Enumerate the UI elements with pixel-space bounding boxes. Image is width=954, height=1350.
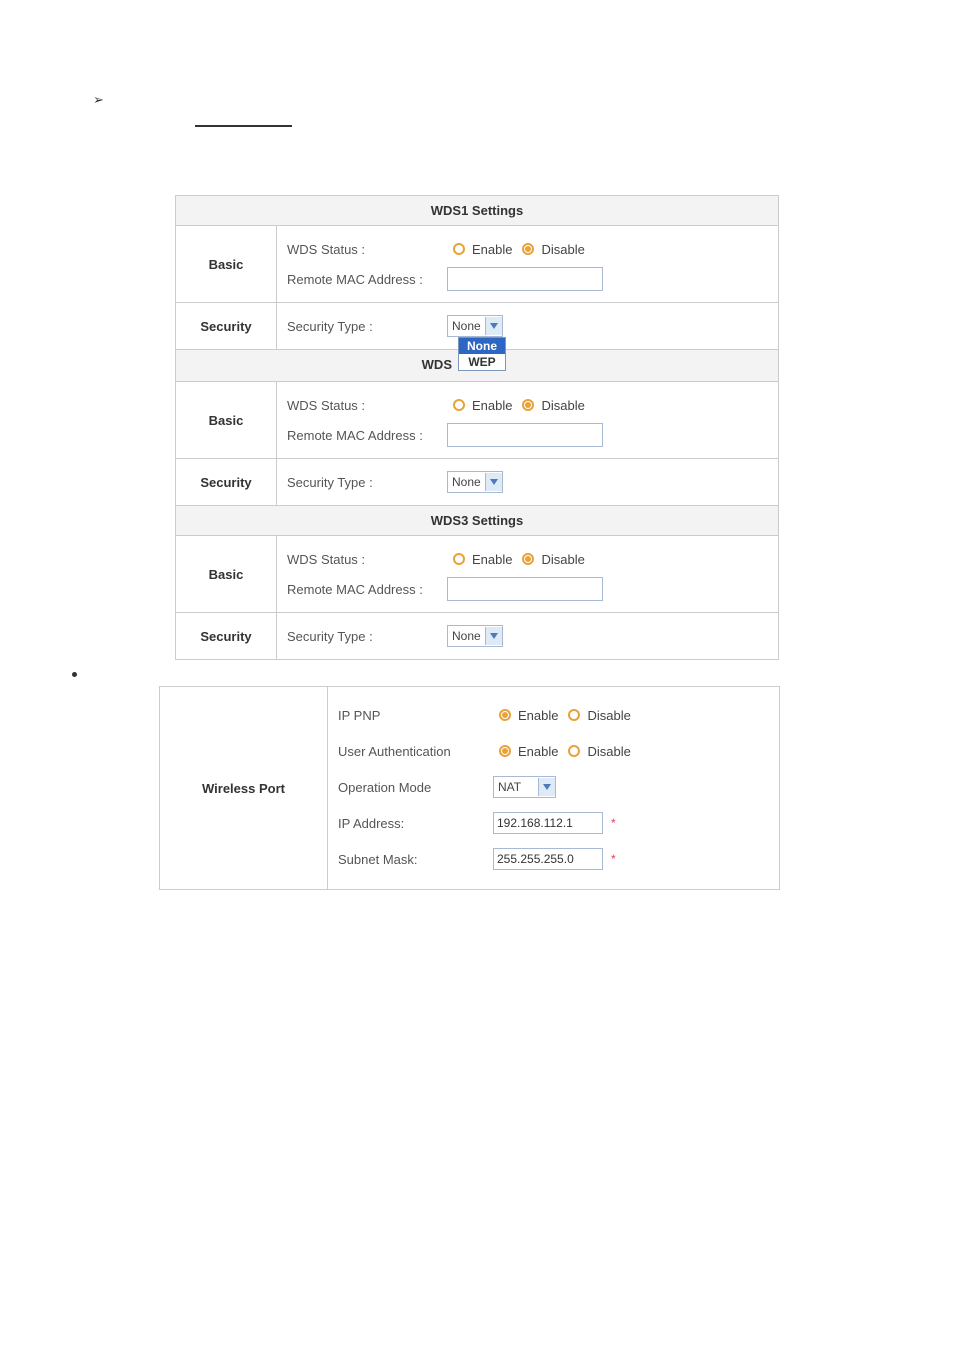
- opmode-select[interactable]: NAT: [493, 776, 556, 798]
- wds3-status-disable-text: Disable: [541, 552, 584, 567]
- ippnp-enable-radio[interactable]: [499, 709, 511, 721]
- userauth-disable-radio[interactable]: [568, 745, 580, 757]
- userauth-enable-text: Enable: [518, 744, 558, 759]
- ippnp-disable-radio[interactable]: [568, 709, 580, 721]
- wds1-mac-input[interactable]: [447, 267, 603, 291]
- wds3-status-label: WDS Status :: [287, 552, 447, 567]
- wds1-security-label: Security: [176, 303, 277, 349]
- wds2-status-enable-radio[interactable]: [453, 399, 465, 411]
- ipaddr-label: IP Address:: [338, 816, 493, 831]
- wds1-sectype-select[interactable]: None: [447, 315, 503, 337]
- wds2-status-disable-radio[interactable]: [522, 399, 534, 411]
- ipaddr-input[interactable]: [493, 812, 603, 834]
- wds1-basic-label: Basic: [176, 226, 277, 302]
- wds2-status-label: WDS Status :: [287, 398, 447, 413]
- wds1-status-label: WDS Status :: [287, 242, 447, 257]
- wds3-sectype-value: None: [448, 629, 485, 643]
- wds1-mac-label: Remote MAC Address :: [287, 272, 447, 287]
- required-star-icon: *: [611, 816, 616, 830]
- wds3-basic-label: Basic: [176, 536, 277, 612]
- wds1-header: WDS1 Settings: [176, 196, 778, 226]
- wds3-sectype-select[interactable]: None: [447, 625, 503, 647]
- required-star-icon: *: [611, 852, 616, 866]
- ippnp-label: IP PNP: [338, 708, 493, 723]
- opmode-value: NAT: [494, 780, 538, 794]
- wds2-header-left: WDS: [422, 357, 452, 372]
- wds3-status-enable-radio[interactable]: [453, 553, 465, 565]
- chevron-down-icon: [485, 317, 502, 335]
- dropdown-option-none[interactable]: None: [459, 338, 505, 354]
- wds3-mac-label: Remote MAC Address :: [287, 582, 447, 597]
- chevron-down-icon: [485, 627, 502, 645]
- wds2-sectype-label: Security Type :: [287, 475, 447, 490]
- wds3-header: WDS3 Settings: [176, 506, 778, 536]
- wds3-mac-input[interactable]: [447, 577, 603, 601]
- wds3-status-disable-radio[interactable]: [522, 553, 534, 565]
- underline-decor: [195, 125, 292, 127]
- bullet-dot-icon: [72, 672, 77, 677]
- chevron-down-icon: [485, 473, 502, 491]
- wds2-sectype-value: None: [448, 475, 485, 489]
- wireless-port-table: Wireless Port IP PNP Enable Disable User…: [159, 686, 780, 890]
- wds2-security-label: Security: [176, 459, 277, 505]
- wireless-port-label: Wireless Port: [160, 687, 328, 889]
- wds-settings-table: WDS1 Settings Basic WDS Status : Enable …: [175, 195, 779, 660]
- subnet-input[interactable]: [493, 848, 603, 870]
- ippnp-disable-text: Disable: [587, 708, 630, 723]
- dropdown-option-wep[interactable]: WEP: [459, 354, 505, 370]
- wds2-header: WDS X None WEP: [176, 350, 778, 382]
- subnet-label: Subnet Mask:: [338, 852, 493, 867]
- wds1-status-enable-text: Enable: [472, 242, 512, 257]
- wds2-basic-label: Basic: [176, 382, 277, 458]
- opmode-label: Operation Mode: [338, 780, 493, 795]
- chevron-down-icon: [538, 778, 555, 796]
- wds1-status-disable-radio[interactable]: [522, 243, 534, 255]
- bullet-arrow-icon: ➢: [93, 92, 104, 108]
- wds2-mac-input[interactable]: [447, 423, 603, 447]
- wds1-sectype-label: Security Type :: [287, 319, 447, 334]
- userauth-enable-radio[interactable]: [499, 745, 511, 757]
- wds3-status-enable-text: Enable: [472, 552, 512, 567]
- wds2-sectype-select[interactable]: None: [447, 471, 503, 493]
- wds2-status-disable-text: Disable: [541, 398, 584, 413]
- wds3-sectype-label: Security Type :: [287, 629, 447, 644]
- wds1-sectype-value: None: [448, 319, 485, 333]
- userauth-disable-text: Disable: [587, 744, 630, 759]
- wds1-status-enable-radio[interactable]: [453, 243, 465, 255]
- wds1-status-disable-text: Disable: [541, 242, 584, 257]
- wds1-sectype-dropdown[interactable]: None WEP: [458, 337, 506, 371]
- wds2-mac-label: Remote MAC Address :: [287, 428, 447, 443]
- userauth-label: User Authentication: [338, 744, 493, 759]
- wds3-security-label: Security: [176, 613, 277, 659]
- wds2-status-enable-text: Enable: [472, 398, 512, 413]
- ippnp-enable-text: Enable: [518, 708, 558, 723]
